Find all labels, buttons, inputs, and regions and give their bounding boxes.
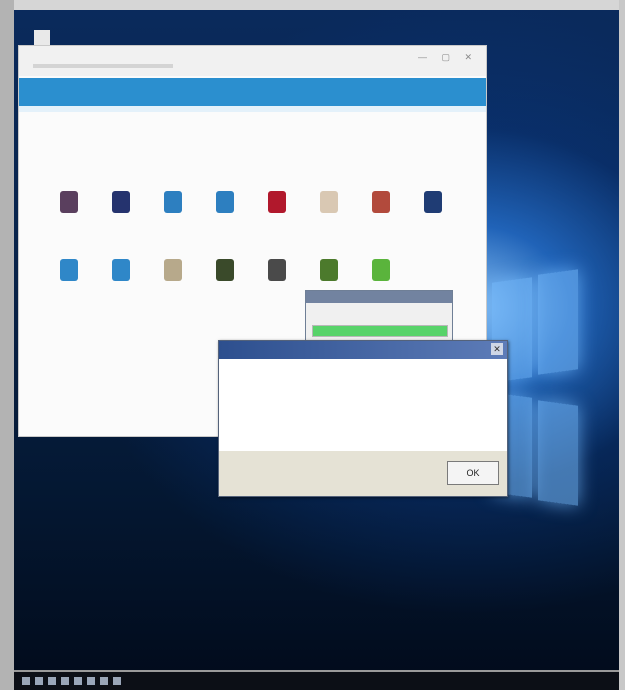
app-icon[interactable] — [113, 677, 121, 685]
app-subheader — [19, 106, 486, 112]
app-tile[interactable] — [309, 191, 349, 243]
app-header — [19, 78, 486, 106]
store-icon[interactable] — [87, 677, 95, 685]
progress-bar-fill — [313, 326, 447, 336]
app-tile-icon — [112, 259, 130, 281]
search-icon[interactable] — [35, 677, 43, 685]
app-tile-icon — [424, 191, 442, 213]
app-tile[interactable] — [101, 191, 141, 243]
app-tile-icon — [60, 259, 78, 281]
mail-icon[interactable] — [100, 677, 108, 685]
browser-icon[interactable] — [74, 677, 82, 685]
close-icon[interactable]: ✕ — [491, 343, 503, 355]
app-tile-icon — [268, 191, 286, 213]
browser-tabs[interactable] — [33, 64, 173, 68]
app-tile[interactable] — [205, 191, 245, 243]
app-tile-icon — [372, 191, 390, 213]
start-icon[interactable] — [22, 677, 30, 685]
progress-bar — [312, 325, 448, 337]
dialog-footer: OK — [219, 451, 507, 496]
progress-window-title — [306, 291, 452, 303]
app-tile-icon — [216, 191, 234, 213]
app-titlebar: — ▢ ✕ — [19, 46, 486, 76]
app-tile-icon — [60, 191, 78, 213]
dialog-body — [219, 359, 507, 451]
app-tile[interactable] — [49, 259, 89, 311]
app-tile-icon — [216, 259, 234, 281]
screen-bezel-right — [619, 0, 625, 690]
app-tile[interactable] — [361, 191, 401, 243]
dialog-titlebar: ✕ — [219, 341, 507, 359]
app-tile[interactable] — [153, 259, 193, 311]
ok-button[interactable]: OK — [447, 461, 499, 485]
app-tile[interactable] — [49, 191, 89, 243]
screen-bezel-left — [0, 0, 14, 690]
taskbar — [14, 672, 619, 690]
app-tile[interactable] — [205, 259, 245, 311]
app-tile[interactable] — [413, 191, 453, 243]
app-tile[interactable] — [101, 259, 141, 311]
message-dialog: ✕ OK — [218, 340, 508, 497]
app-tile[interactable] — [257, 191, 297, 243]
app-tile-icon — [320, 259, 338, 281]
window-controls[interactable]: — ▢ ✕ — [418, 52, 478, 63]
app-tile-icon — [164, 191, 182, 213]
app-tile-icon — [112, 191, 130, 213]
app-tile[interactable] — [257, 259, 297, 311]
screen-bezel-top — [0, 0, 625, 10]
app-tile-icon — [268, 259, 286, 281]
app-tile[interactable] — [153, 191, 193, 243]
app-tile-icon — [320, 191, 338, 213]
app-tile-icon — [164, 259, 182, 281]
explorer-icon[interactable] — [61, 677, 69, 685]
app-tile-icon — [372, 259, 390, 281]
task-view-icon[interactable] — [48, 677, 56, 685]
